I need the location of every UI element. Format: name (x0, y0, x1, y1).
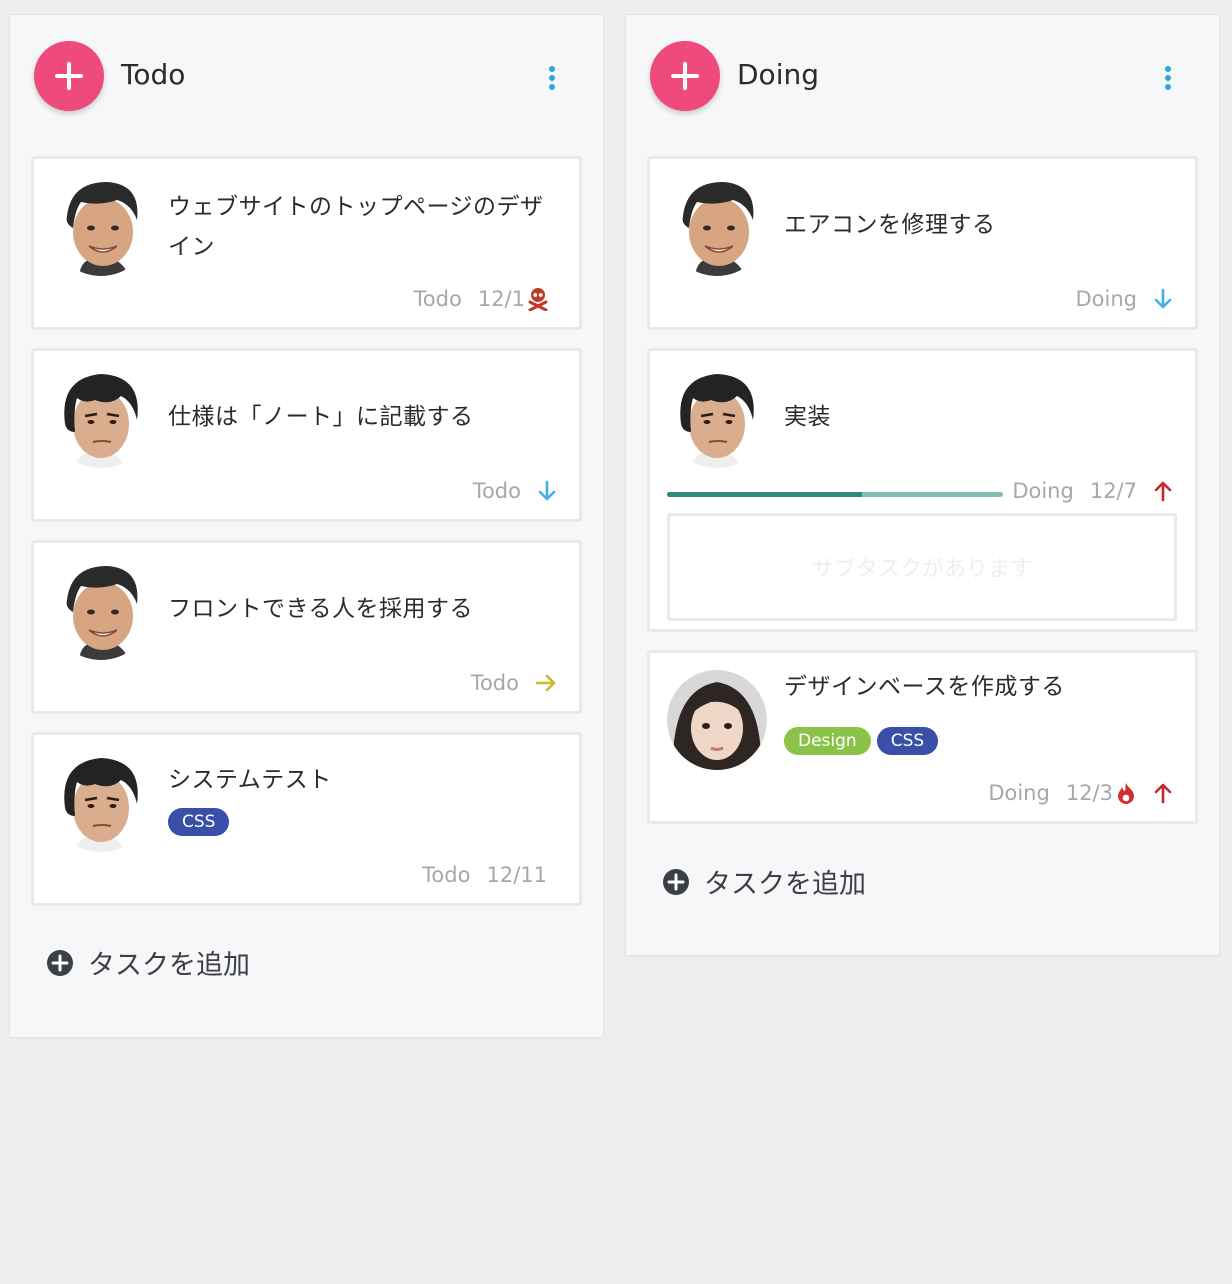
progress-fill (667, 492, 862, 497)
plus-circle-icon (47, 949, 73, 976)
task-card[interactable]: デザインベースを作成する Design CSS Doing 12/3 (647, 650, 1198, 824)
due-date: 12/1 (478, 287, 549, 311)
status-label: Todo (413, 287, 462, 311)
card-meta: Doing 12/7 (1012, 479, 1173, 503)
add-task-label: タスクを追加 (704, 869, 866, 900)
due-date-text: 12/11 (486, 863, 547, 887)
avatar (51, 368, 151, 468)
tag-css[interactable]: CSS (168, 808, 230, 836)
column-todo: Todo ウェブサイトのトップページのデザ イン Todo 12/1 仕様は「ノ… (9, 14, 604, 1038)
card-title: エアコンを修理する (784, 212, 996, 238)
task-card[interactable]: エアコンを修理する Doing (647, 156, 1198, 330)
column-header: Todo (10, 15, 603, 135)
task-card[interactable]: 仕様は「ノート」に記載する Todo (31, 348, 582, 522)
arrow-down-icon (1154, 288, 1172, 309)
task-card[interactable]: システムテスト CSS Todo 12/11 (31, 732, 582, 906)
task-card[interactable]: 実装 Doing 12/7 サブタスクがあります (647, 348, 1198, 632)
due-date: 12/3 (1066, 781, 1137, 805)
arrow-up-icon (1154, 783, 1172, 804)
add-card-button[interactable] (34, 41, 104, 111)
kebab-menu-icon[interactable] (1163, 65, 1173, 91)
card-title-line: ウェブサイトのトップページのデザ (168, 194, 544, 220)
avatar (51, 752, 151, 852)
add-task-label: タスクを追加 (88, 950, 250, 981)
column-doing: Doing エアコンを修理する Doing 実装 Doing 12/7 サブタス… (625, 14, 1220, 956)
add-card-button[interactable] (650, 41, 720, 111)
due-date-text: 12/1 (477, 287, 525, 311)
arrow-right-icon (535, 674, 556, 692)
due-date-text: 12/3 (1065, 781, 1113, 805)
column-title: Todo (121, 58, 186, 91)
task-card[interactable]: フロントできる人を採用する Todo (31, 540, 582, 714)
subtask-area[interactable]: サブタスクがあります (667, 513, 1177, 621)
card-meta: Todo (471, 671, 557, 695)
status-label: Todo (470, 671, 519, 695)
plus-icon (55, 62, 83, 90)
fire-icon (1118, 783, 1134, 804)
add-task-button[interactable]: タスクを追加 (662, 862, 866, 901)
card-meta: Todo 12/1 (414, 287, 549, 311)
status-label: Doing (1075, 287, 1138, 311)
status-label: Doing (988, 781, 1050, 805)
plus-circle-icon (663, 868, 689, 895)
card-title: システムテスト (168, 767, 332, 793)
arrow-down-icon (538, 480, 556, 501)
tag-design[interactable]: Design (784, 727, 871, 755)
task-card[interactable]: ウェブサイトのトップページのデザ イン Todo 12/1 (31, 156, 582, 330)
add-task-button[interactable]: タスクを追加 (46, 943, 250, 982)
status-label: Todo (472, 479, 521, 503)
progress-bar (667, 492, 1003, 497)
card-title: フロントできる人を採用する (168, 596, 474, 622)
arrow-up-icon (1154, 481, 1172, 502)
tag-css[interactable]: CSS (876, 727, 939, 755)
card-title: 仕様は「ノート」に記載する (168, 404, 474, 430)
avatar (51, 560, 151, 660)
card-meta: Todo (473, 479, 557, 503)
skull-icon (528, 288, 548, 311)
card-title: ウェブサイトのトップページのデザ イン (168, 187, 544, 267)
column-header: Doing (626, 15, 1219, 135)
avatar (667, 368, 767, 468)
card-title-line: イン (168, 234, 215, 260)
tag-list: CSS (168, 808, 230, 836)
card-title: デザインベースを作成する (784, 674, 1065, 700)
plus-icon (671, 62, 699, 90)
card-meta: Doing (1076, 287, 1174, 311)
subtask-placeholder: サブタスクがあります (811, 557, 1032, 582)
card-title: 実装 (784, 404, 831, 430)
avatar (51, 176, 151, 276)
avatar (667, 670, 767, 770)
tag-list: Design CSS (784, 727, 939, 755)
due-date-text: 12/7 (1089, 479, 1137, 503)
column-title: Doing (737, 58, 819, 91)
avatar (667, 176, 767, 276)
card-meta: Doing 12/3 (988, 781, 1173, 805)
card-meta: Todo 12/11 (422, 863, 547, 887)
status-label: Todo (422, 863, 471, 887)
status-label: Doing (1012, 479, 1074, 503)
kebab-menu-icon[interactable] (547, 65, 557, 91)
